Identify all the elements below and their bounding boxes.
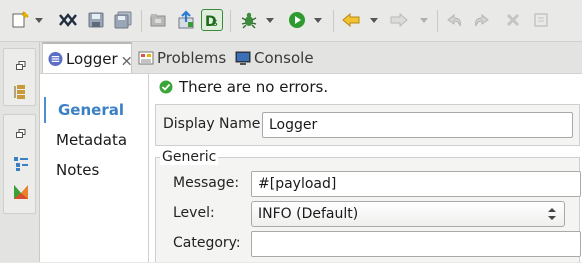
debug-dropdown-icon[interactable] [266,16,274,24]
main-toolbar: Ds [0,0,582,42]
generic-group: Message: #[payload] Level: INFO (Default… [155,157,581,262]
validation-status: There are no errors. [159,77,328,97]
debug-icon[interactable] [238,9,260,31]
message-field[interactable]: #[payload] [251,171,581,197]
tab-logger[interactable]: Logger [42,42,132,73]
console-icon [235,51,251,65]
restore-icon[interactable] [12,125,30,143]
toolbar-separator [437,10,438,32]
deploy-icon[interactable] [175,9,197,31]
ok-check-icon [159,80,173,94]
delete-icon [502,9,524,31]
nav-divider [148,73,149,262]
close-tab-icon[interactable] [122,56,131,66]
category-label: Category: [173,235,241,251]
validation-message: There are no errors. [179,78,329,96]
tab-logger-label: Logger [65,49,118,68]
forward-icon [388,9,410,31]
new-icon[interactable] [9,9,31,31]
toolbar-separator [333,10,334,32]
trim-group-bottom [3,114,36,214]
svg-text:s: s [212,16,218,29]
toolbar-separator [141,10,142,32]
nav-item-notes[interactable]: Notes [44,157,144,183]
tab-console-label: Console [254,48,314,67]
back-icon[interactable] [340,9,362,31]
tab-problems[interactable]: Problems [138,42,226,73]
outline-icon[interactable] [12,155,30,173]
level-select[interactable]: INFO (Default) [251,201,565,227]
dataweave-icon[interactable]: Ds [201,9,223,31]
restore-icon[interactable] [12,57,30,75]
tab-console[interactable]: Console [235,42,314,73]
new-dropdown-icon[interactable] [35,16,43,24]
forward-dropdown-icon [420,18,428,23]
redo-icon [470,9,492,31]
category-field[interactable] [251,231,581,257]
save-all-icon[interactable] [112,9,134,31]
generic-group-title: Generic [160,149,219,165]
run-dropdown-icon[interactable] [314,16,322,24]
package-explorer-icon[interactable] [12,83,30,101]
problems-icon [138,51,154,64]
property-nav: General Metadata Notes [40,74,150,263]
level-select-value: INFO (Default) [258,206,359,222]
run-icon[interactable] [286,9,308,31]
tab-problems-label: Problems [157,48,227,67]
nav-item-general[interactable]: General [44,97,144,123]
back-dropdown-icon[interactable] [370,16,378,24]
nav-item-metadata[interactable]: Metadata [44,127,144,153]
logger-icon [48,51,63,66]
left-trim-stack [0,42,40,262]
undo-icon [444,9,466,31]
select-arrows-icon [548,208,556,220]
message-label: Message: [173,175,240,191]
editor-tab-bar: Logger Problems Console [40,42,582,73]
trim-group-top [3,48,36,106]
toolbar-separator [230,10,231,32]
level-label: Level: [173,205,215,221]
select-all-icon [530,9,552,31]
display-name-label: Display Name: [163,116,266,132]
mule-icon[interactable] [57,9,79,31]
mule-palette-icon[interactable] [12,183,30,201]
display-name-section: Display Name: Logger [155,104,580,146]
folder-icon[interactable] [147,9,169,31]
display-name-field[interactable]: Logger [262,112,573,138]
save-icon[interactable] [85,9,107,31]
